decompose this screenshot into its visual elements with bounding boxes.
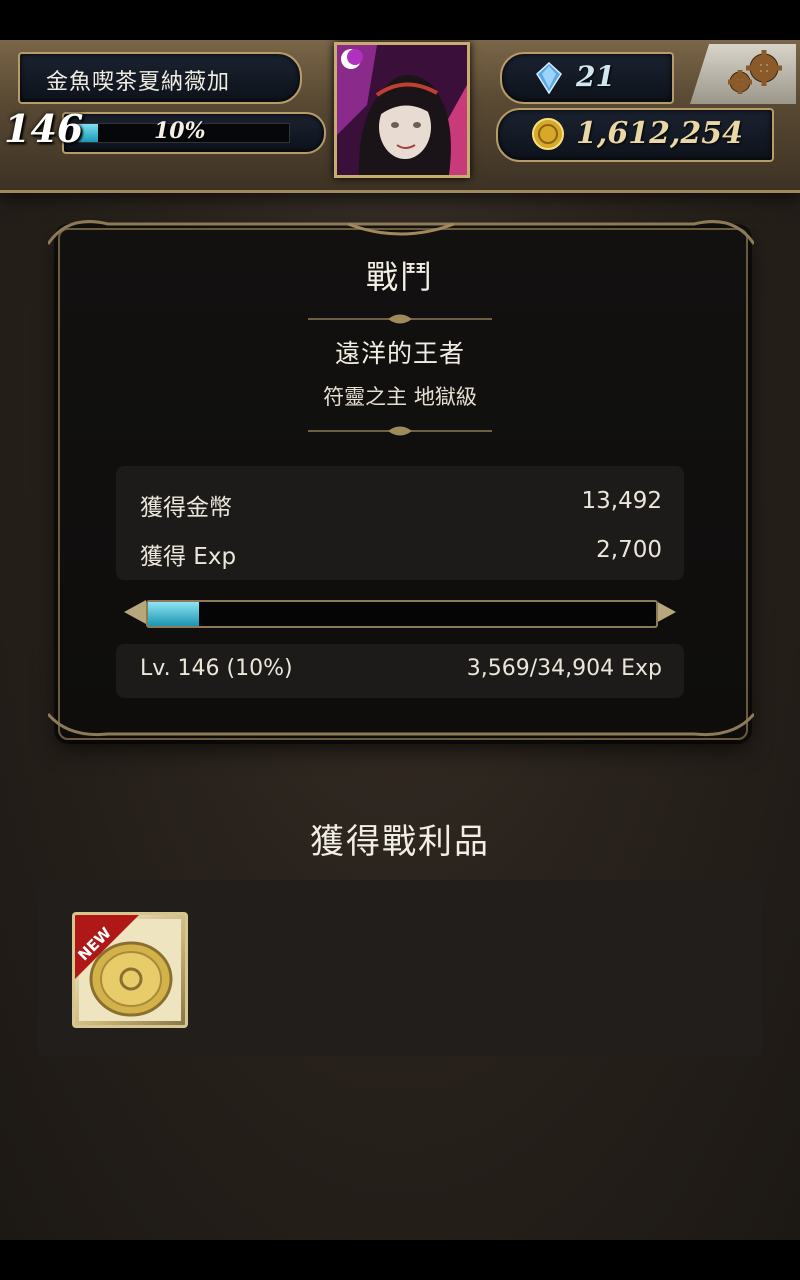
level-line: Lv. 146 (10%) [140, 656, 293, 681]
loot-list: NEW [38, 880, 762, 1056]
stage-name: 遠洋的王者 [334, 339, 465, 368]
exp-progress-fill [148, 602, 199, 626]
loot-title: 獲得戰利品 [310, 822, 490, 862]
coins-earned-label: 獲得金幣 [140, 495, 232, 521]
level-percent: 10% [154, 118, 206, 144]
status-bar [0, 0, 800, 40]
blue-crystal-icon [536, 62, 562, 94]
character-portrait-icon [337, 45, 467, 175]
stage-difficulty: 符靈之主 地獄級 [323, 385, 477, 409]
level-summary: Lv. 146 (10%) 3,569/34,904 Exp [116, 644, 684, 698]
player-name: 金魚喫茶夏納薇加 [46, 70, 231, 95]
level-plate: 10% [62, 112, 326, 154]
battle-title: 戰鬥 [365, 258, 434, 296]
panel-ornament-top [48, 220, 754, 245]
gem-counter[interactable]: 21 [500, 52, 674, 104]
reward-summary: 獲得金幣 13,492 獲得 Exp 2,700 [116, 466, 684, 580]
player-header: 金魚喫茶夏納薇加 10% 146 21 1,612,254 [0, 40, 800, 193]
gem-count: 21 [576, 60, 615, 93]
gold-coin-icon [532, 118, 564, 150]
loot-item[interactable]: NEW [72, 912, 188, 1028]
panel-ornament-bottom [48, 713, 754, 737]
exp-progress-track [146, 600, 658, 628]
divider-ornament [308, 426, 492, 436]
player-level: 146 [4, 106, 84, 151]
navigation-bar [0, 1240, 800, 1280]
settings-button[interactable] [690, 44, 796, 104]
divider-ornament [308, 314, 492, 324]
player-name-plate[interactable]: 金魚喫茶夏納薇加 [18, 52, 302, 104]
exp-earned-value: 2,700 [596, 537, 662, 563]
coin-counter[interactable]: 1,612,254 [496, 108, 774, 162]
coins-earned-value: 13,492 [581, 488, 662, 514]
gears-icon [728, 50, 782, 94]
coin-count: 1,612,254 [576, 116, 744, 151]
gold-seal-card-icon [75, 915, 181, 1021]
avatar[interactable] [334, 42, 470, 178]
exp-earned-label: 獲得 Exp [140, 544, 237, 570]
exp-line: 3,569/34,904 Exp [466, 656, 662, 681]
exp-progress-bar [124, 594, 676, 630]
